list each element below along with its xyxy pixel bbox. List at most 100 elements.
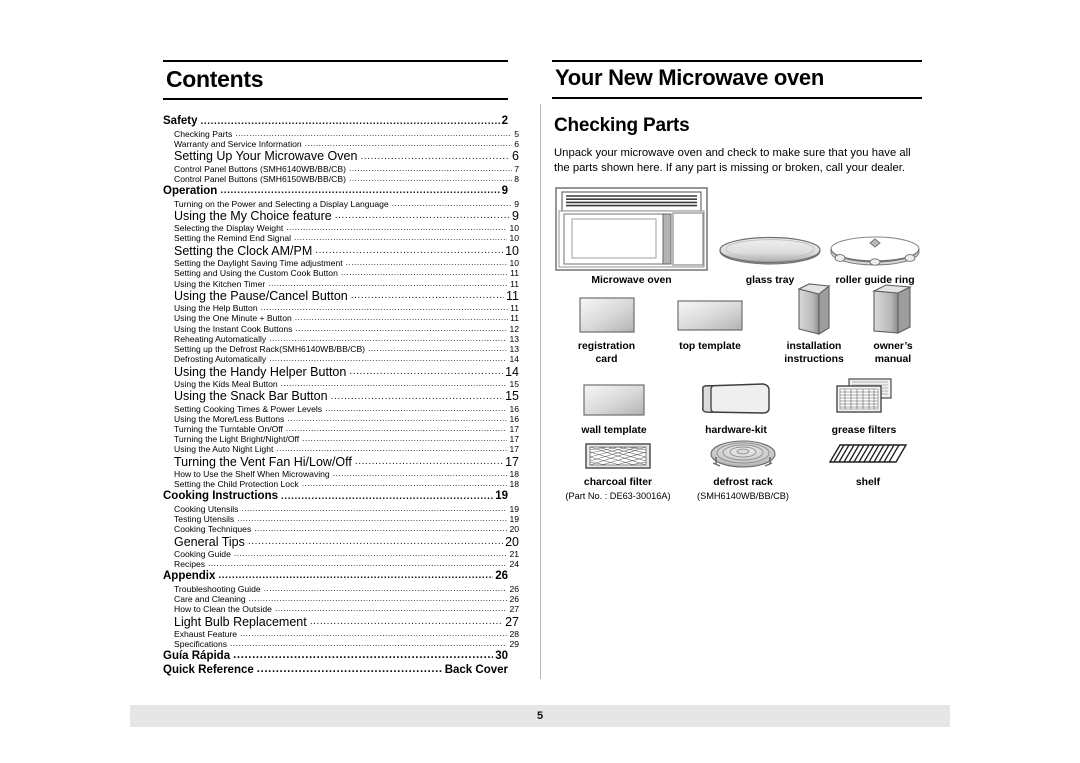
toc-entry[interactable]: Appendix 26 [163,569,508,584]
toc-entry[interactable]: Using the Kids Meal Button 15 [163,379,519,389]
toc-leader-dots [276,444,507,453]
toc-entry-page: 12 [509,323,519,334]
toc-entry-page: 26 [509,583,519,594]
toc-entry-page: 14 [509,354,519,365]
toc-entry[interactable]: Using the One Minute + Button 11 [163,313,519,323]
toc-entry-title: Light Bulb Replacement [174,614,307,629]
toc-entry-page: 5 [514,128,519,139]
toc-entry[interactable]: Turning the Light Bright/Night/Off 17 [163,434,519,444]
toc-leader-dots [268,279,508,288]
toc-entry[interactable]: Recipes 24 [163,559,519,569]
toc-leader-dots [302,434,507,443]
toc-entry-title: Setting and Using the Custom Cook Button [174,268,338,279]
toc-entry-page: 16 [509,403,519,414]
toc-leader-dots [294,233,507,242]
toc-entry[interactable]: Setting up the Defrost Rack(SMH6140WB/BB… [163,344,519,354]
toc-entry[interactable]: Control Panel Buttons (SMH6150WB/BB/CB) 8 [163,174,519,184]
part-grease-filters: grease filters [804,373,924,438]
toc-entry-page: 19 [509,514,519,525]
part-label-2: manual [874,354,912,366]
toc-entry[interactable]: Warranty and Service Information 6 [163,139,519,149]
toc-entry[interactable]: Turning the Vent Fan Hi/Low/Off 17 [163,454,519,469]
toc-entry-title: Reheating Automatically [174,333,267,344]
toc-leader-dots [351,289,504,302]
toc-entry[interactable]: Cooking Utensils 19 [163,504,519,514]
toc-entry[interactable]: Setting Up Your Microwave Oven 6 [163,149,519,164]
toc-entry[interactable]: Using the Help Button 11 [163,303,519,313]
part-defrost-rack: defrost rack (SMH6140WB/BB/CB) [682,435,804,502]
toc-entry-title: Setting the Clock AM/PM [174,243,313,258]
toc-entry[interactable]: Setting the Clock AM/PM 10 [163,243,519,258]
toc-entry-page: 11 [506,288,519,303]
page-footer: 5 [130,705,950,727]
toc-entry[interactable]: Selecting the Display Weight 10 [163,223,519,233]
toc-leader-dots [295,313,508,322]
part-label: installation [786,341,842,353]
toc-entry[interactable]: Setting the Daylight Saving Time adjustm… [163,258,519,268]
toc-leader-dots [305,139,513,148]
toc-entry[interactable]: Setting the Remind End Signal 10 [163,233,519,243]
toc-entry[interactable]: Cooking Guide 21 [163,549,519,559]
toc-entry[interactable]: Checking Parts 5 [163,129,519,139]
toc-leader-dots [360,149,510,162]
toc-entry[interactable]: Turning on the Power and Selecting a Dis… [163,198,519,208]
toc-leader-dots [275,604,508,613]
toc-entry[interactable]: Control Panel Buttons (SMH6140WB/BB/CB) 7 [163,163,519,173]
toc-entry[interactable]: Using the Instant Cook Buttons 12 [163,323,519,333]
toc-leader-dots [368,344,507,353]
toc-entry-title: Cooking Instructions [163,490,278,503]
toc-entry[interactable]: Defrosting Automatically 14 [163,354,519,364]
part-label: defrost rack [713,477,773,489]
part-label: wall template [581,425,647,437]
toc-entry[interactable]: Quick Reference Back Cover [163,663,508,678]
toc-entry[interactable]: Using the Handy Helper Button 14 [163,364,519,379]
toc-leader-dots [335,209,510,222]
toc-entry-page: 18 [509,468,519,479]
toc-entry[interactable]: Reheating Automatically 13 [163,333,519,343]
toc-entry[interactable]: General Tips 20 [163,534,519,549]
toc-entry[interactable]: Troubleshooting Guide 26 [163,583,519,593]
toc-entry[interactable]: Using the Snack Bar Button 15 [163,389,519,404]
toc-entry-title: How to Use the Shelf When Microwaving [174,468,330,479]
toc-entry[interactable]: Cooking Techniques 20 [163,524,519,534]
toc-entry-title: Using the My Choice feature [174,208,332,223]
toc-entry[interactable]: Using the Pause/Cancel Button 11 [163,288,519,303]
toc-entry-page: 11 [510,268,519,279]
toc-entry[interactable]: Care and Cleaning 26 [163,594,519,604]
toc-entry[interactable]: Turning the Turntable On/Off 17 [163,424,519,434]
toc-entry-page: 10 [505,243,519,258]
toc-entry[interactable]: Using the Auto Night Light 17 [163,444,519,454]
toc-entry[interactable]: Setting Cooking Times & Power Levels 16 [163,403,519,413]
checking-parts-intro: Unpack your microwave oven and check to … [554,146,911,175]
toc-entry[interactable]: Setting the Child Protection Lock 18 [163,479,519,489]
toc-entry-title: Using the Kitchen Timer [174,278,266,289]
toc-entry-page: 30 [495,649,508,662]
toc-entry[interactable]: Safety 2 [163,114,508,129]
toc-entry[interactable]: Specifications 29 [163,639,519,649]
toc-entry[interactable]: Exhaust Feature 28 [163,629,519,639]
manual-page: Contents Safety2Checking Parts5Warranty … [0,0,1080,763]
toc-entry[interactable]: Guía Rápida 30 [163,649,508,664]
toc-entry[interactable]: Using the My Choice feature 9 [163,208,519,223]
toc-entry[interactable]: Cooking Instructions 19 [163,489,508,504]
toc-entry-page: 20 [509,524,519,535]
toc-entry-title: Cooking Utensils [174,503,239,514]
toc-entry-page: 14 [505,364,519,379]
toc-entry-page: 17 [505,454,519,469]
toc-entry[interactable]: Setting and Using the Custom Cook Button… [163,268,519,278]
part-label: owner’s [873,341,913,353]
toc-entry[interactable]: Using the Kitchen Timer 11 [163,278,519,288]
toc-entry[interactable]: How to Clean the Outside 27 [163,604,519,614]
toc-entry-title: Setting up the Defrost Rack(SMH6140WB/BB… [174,343,366,354]
toc-entry-title: Turning on the Power and Selecting a Dis… [174,198,389,209]
toc-entry[interactable]: Testing Utensils 19 [163,514,519,524]
toc-leader-dots [310,615,503,628]
toc-leader-dots [392,199,513,208]
toc-leader-dots [248,535,503,548]
toc-entry[interactable]: Using the More/Less Buttons 16 [163,413,519,423]
toc-leader-dots [346,258,508,267]
toc-entry[interactable]: Light Bulb Replacement 27 [163,614,519,629]
toc-leader-dots [249,594,508,603]
toc-entry[interactable]: Operation 9 [163,184,508,199]
toc-entry[interactable]: How to Use the Shelf When Microwaving 18 [163,469,519,479]
